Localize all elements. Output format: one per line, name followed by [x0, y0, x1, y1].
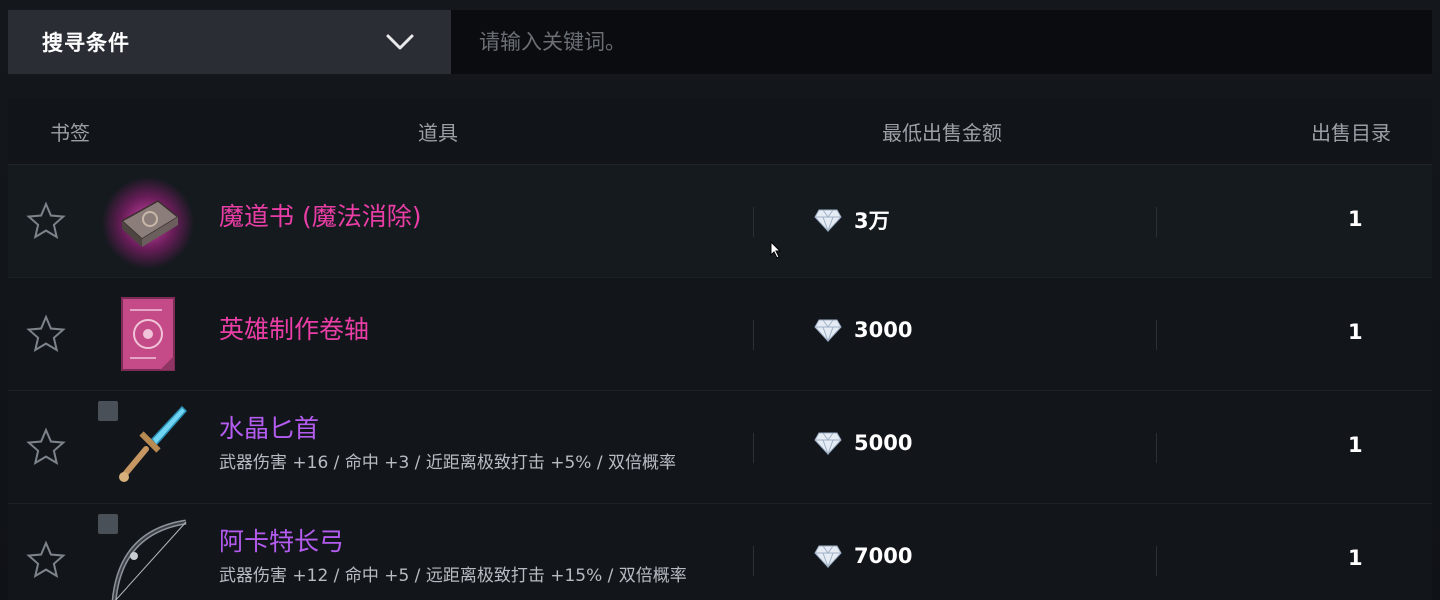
longbow-icon — [111, 519, 187, 600]
dagger-icon — [119, 405, 188, 482]
price-value: 3000 — [854, 318, 913, 342]
listing-count: 1 — [1348, 433, 1363, 457]
header-listings[interactable]: 出售目录 — [1311, 98, 1391, 164]
listing-table: 书签 道具 最低出售金额 出售目录 魔道书 (魔法消除) 3万 1 英雄制作卷轴… — [8, 98, 1432, 600]
search-filter-dropdown[interactable]: 搜寻条件 — [8, 10, 451, 74]
item-name[interactable]: 水晶匕首 — [219, 409, 319, 445]
diamond-icon — [814, 545, 842, 568]
listing-count: 1 — [1348, 320, 1363, 344]
chevron-down-icon — [385, 27, 415, 57]
bookmark-star-icon[interactable] — [26, 540, 66, 580]
diamond-icon — [814, 432, 842, 455]
item-stats: 武器伤害 +12 / 命中 +5 / 远距离极致打击 +15% / 双倍概率 — [219, 566, 687, 586]
table-row[interactable]: 魔道书 (魔法消除) 3万 1 — [8, 165, 1432, 278]
price-value: 5000 — [854, 431, 913, 455]
price-cell: 7000 — [814, 544, 912, 568]
search-filter-label: 搜寻条件 — [42, 31, 130, 55]
keyword-search-input[interactable] — [451, 10, 1432, 74]
price-cell: 3万 — [814, 205, 890, 235]
diamond-icon — [814, 209, 842, 232]
table-row[interactable]: 阿卡特长弓 武器伤害 +12 / 命中 +5 / 远距离极致打击 +15% / … — [8, 504, 1432, 600]
header-item[interactable]: 道具 — [418, 98, 458, 164]
header-bookmark[interactable]: 书签 — [50, 98, 90, 164]
item-name[interactable]: 英雄制作卷轴 — [219, 310, 369, 346]
column-divider — [753, 546, 754, 576]
item-name[interactable]: 阿卡特长弓 — [219, 522, 344, 558]
column-divider — [753, 207, 754, 237]
column-divider — [1156, 320, 1157, 350]
column-divider — [1156, 207, 1157, 237]
column-divider — [753, 433, 754, 463]
listing-count: 1 — [1348, 546, 1363, 570]
diamond-icon — [814, 319, 842, 342]
scroll-icon — [121, 297, 175, 371]
bookmark-star-icon[interactable] — [26, 201, 66, 241]
table-row[interactable]: 水晶匕首 武器伤害 +16 / 命中 +3 / 近距离极致打击 +5% / 双倍… — [8, 391, 1432, 504]
column-divider — [1156, 433, 1157, 463]
marketplace-screen: 搜寻条件 书签 道具 最低出售金额 出售目录 — [0, 0, 1440, 600]
price-cell: 5000 — [814, 431, 912, 455]
bookmark-star-icon[interactable] — [26, 314, 66, 354]
price-value: 3万 — [854, 209, 890, 233]
mouse-cursor-icon — [770, 241, 782, 259]
item-name[interactable]: 魔道书 (魔法消除) — [219, 197, 421, 233]
spellbook-icon — [102, 177, 194, 269]
column-divider — [1156, 546, 1157, 576]
column-divider — [753, 320, 754, 350]
search-bar: 搜寻条件 — [8, 10, 1432, 74]
item-stats: 武器伤害 +16 / 命中 +3 / 近距离极致打击 +5% / 双倍概率 — [219, 453, 676, 473]
bookmark-star-icon[interactable] — [26, 427, 66, 467]
table-row[interactable]: 英雄制作卷轴 3000 1 — [8, 278, 1432, 391]
table-header: 书签 道具 最低出售金额 出售目录 — [8, 98, 1432, 165]
price-cell: 3000 — [814, 318, 912, 342]
listing-count: 1 — [1348, 207, 1363, 231]
price-value: 7000 — [854, 544, 913, 568]
header-min-price[interactable]: 最低出售金额 — [882, 98, 1002, 164]
